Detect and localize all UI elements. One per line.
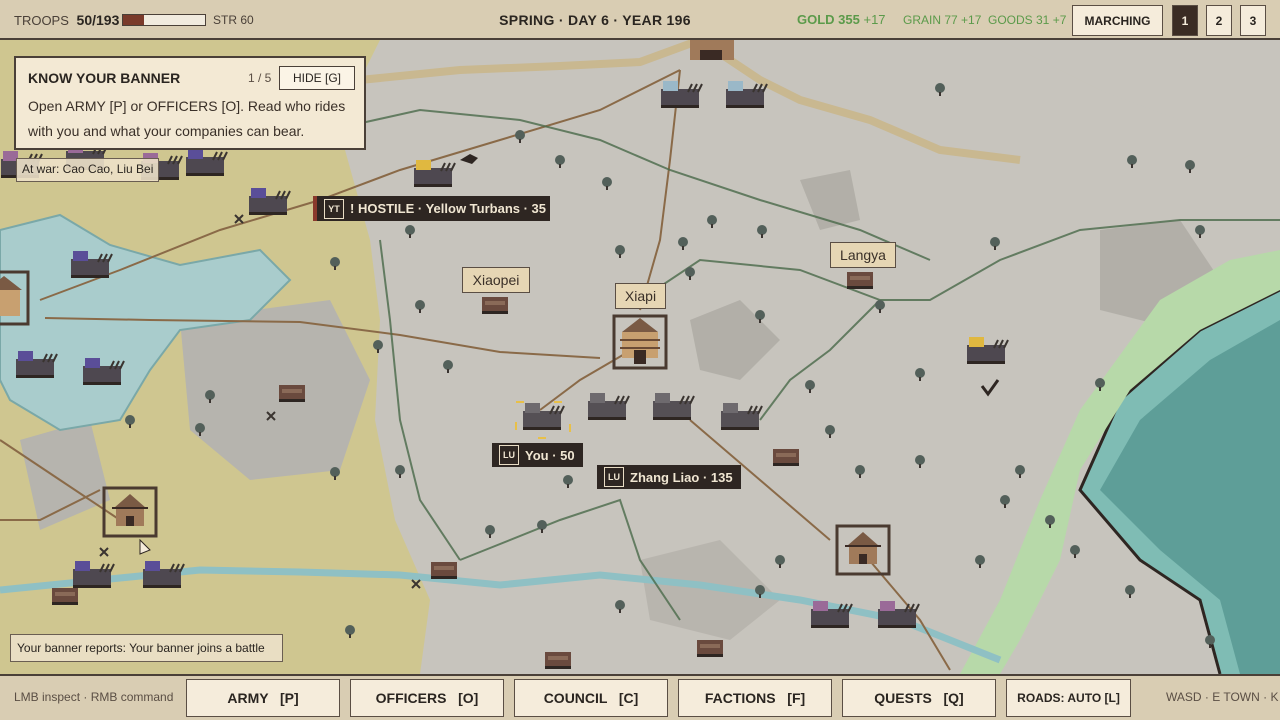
town-label-langya[interactable]: Langya: [830, 242, 896, 268]
council-button[interactable]: COUNCIL [C]: [514, 679, 668, 717]
quests-button[interactable]: QUESTS [Q]: [842, 679, 996, 717]
gold-value: GOLD 355: [797, 12, 860, 27]
player-army-label[interactable]: LU You · 50: [492, 443, 583, 467]
ally-army-text: Zhang Liao · 135: [630, 469, 733, 485]
goods-delta: +7: [1052, 13, 1067, 27]
north-town-marker: [690, 40, 734, 60]
troops-bar: [122, 14, 206, 26]
town-label-xiapi[interactable]: Xiapi: [615, 283, 666, 309]
officers-button[interactable]: OFFICERS [O]: [350, 679, 504, 717]
hostile-army-label[interactable]: YT ! HOSTILE · Yellow Turbans · 35: [313, 196, 550, 221]
grain-value: GRAIN 77: [903, 13, 958, 27]
report-toast: Your banner reports: Your banner joins a…: [10, 634, 283, 662]
date-display: SPRING · DAY 6 · YEAR 196: [499, 12, 691, 28]
troops-bar-fill: [123, 15, 145, 25]
troops-label: TROOPS: [14, 13, 69, 28]
gold-resource: GOLD 355 +17: [797, 12, 886, 27]
top-bar: TROOPS 50/193 STR 60 SPRING · DAY 6 · YE…: [0, 0, 1280, 40]
war-status-label: At war: Cao Cao, Liu Bei: [16, 158, 160, 182]
goods-resource: GOODS 31 +7: [988, 13, 1066, 27]
bottom-bar: LMB inspect · RMB command ARMY [P] OFFIC…: [0, 674, 1280, 720]
hostile-army-text: ! HOSTILE · Yellow Turbans · 35: [350, 201, 546, 216]
ally-faction-badge: LU: [604, 467, 624, 487]
factions-button[interactable]: FACTIONS [F]: [678, 679, 832, 717]
speed-2-button[interactable]: 2: [1206, 5, 1232, 36]
player-faction-badge: LU: [499, 445, 519, 465]
strength-value: STR 60: [213, 13, 254, 27]
ally-army-label[interactable]: LU Zhang Liao · 135: [597, 465, 741, 489]
player-army-text: You · 50: [525, 447, 575, 463]
grain-delta: +17: [961, 13, 982, 27]
gold-delta: +17: [863, 12, 886, 27]
tutorial-title: KNOW YOUR BANNER: [28, 70, 181, 86]
mouse-hint: LMB inspect · RMB command: [14, 690, 174, 704]
marching-mode-button[interactable]: MARCHING: [1072, 5, 1163, 36]
speed-3-button[interactable]: 3: [1240, 5, 1266, 36]
speed-1-button[interactable]: 1: [1172, 5, 1198, 36]
troops-readout: TROOPS 50/193: [14, 12, 119, 28]
troops-value: 50/193: [76, 12, 120, 28]
hostile-faction-badge: YT: [324, 198, 344, 219]
tutorial-page-indicator: 1 / 5: [248, 71, 272, 85]
grain-resource: GRAIN 77 +17: [903, 13, 981, 27]
hide-tutorial-button[interactable]: HIDE [G]: [279, 66, 355, 90]
keyboard-hint: WASD · E TOWN · K: [1166, 690, 1279, 704]
tutorial-panel: KNOW YOUR BANNER 1 / 5 HIDE [G] Open ARM…: [14, 56, 366, 150]
tutorial-body: Open ARMY [P] or OFFICERS [O]. Read who …: [28, 98, 346, 139]
roads-toggle-button[interactable]: ROADS: AUTO [L]: [1006, 679, 1131, 717]
goods-value: GOODS 31: [988, 13, 1050, 27]
army-button[interactable]: ARMY [P]: [186, 679, 340, 717]
town-label-xiaopei[interactable]: Xiaopei: [462, 267, 530, 293]
